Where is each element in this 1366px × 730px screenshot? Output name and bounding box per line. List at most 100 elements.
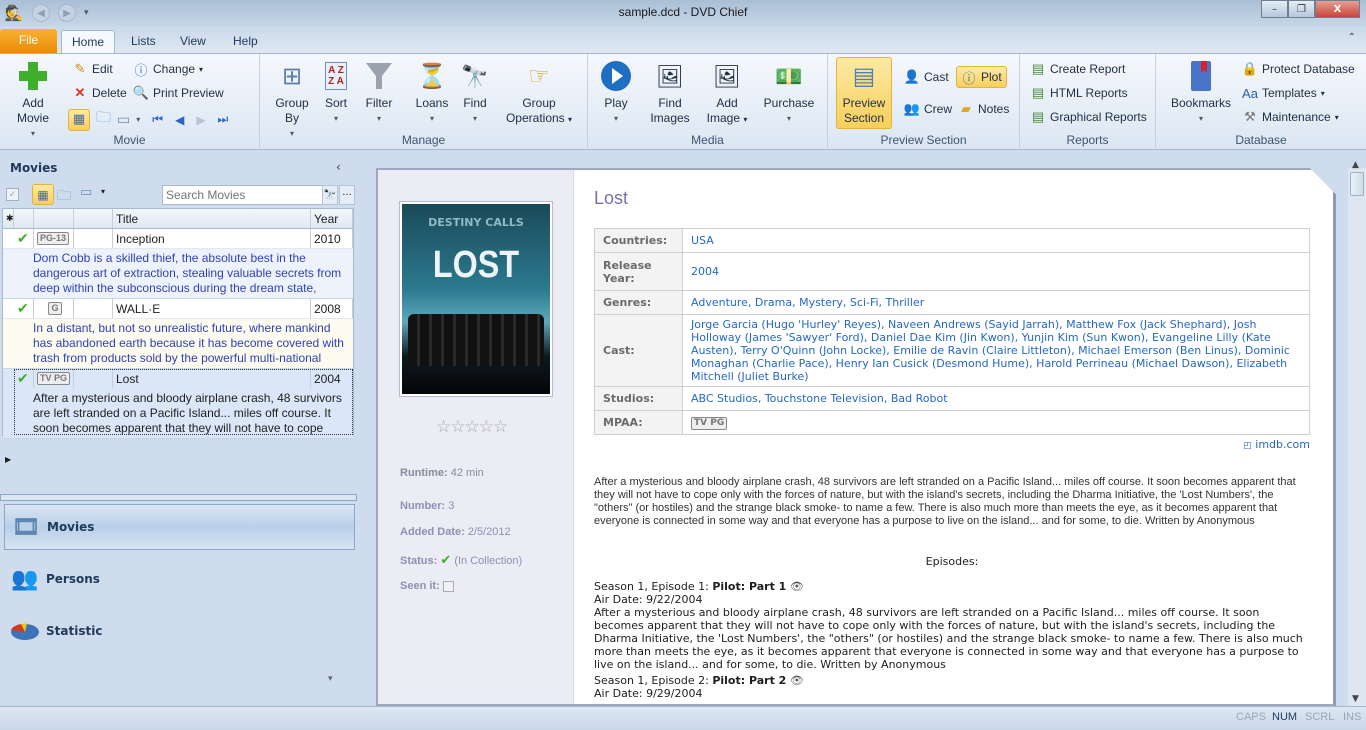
restore-button[interactable]: ❐ (1288, 0, 1315, 18)
add-movie-button[interactable]: Add Movie ▾ (8, 58, 58, 141)
card-view-icon[interactable]: ▭ (80, 185, 92, 200)
seen-it-checkbox[interactable] (442, 580, 454, 592)
info-value-link[interactable]: USA (682, 228, 1310, 253)
scroll-down-icon[interactable]: ▼ (1352, 694, 1359, 704)
next-record-icon[interactable]: ▶ (196, 113, 205, 127)
find-button[interactable]: 🔭 Find ▾ (458, 58, 492, 126)
card-view-icon[interactable]: ▭ (117, 112, 130, 128)
filter-button[interactable]: Filter ▾ (360, 58, 398, 126)
grid-view-icon[interactable]: ▦ (32, 184, 54, 205)
delete-button[interactable]: ✕ Delete (72, 82, 127, 104)
info-row: MPAA: TV PG (594, 410, 1310, 435)
tab-file[interactable]: File (0, 29, 57, 53)
tab-lists[interactable]: Lists (121, 30, 166, 53)
column-extra[interactable] (74, 209, 113, 228)
search-options-icon[interactable]: ··· (339, 185, 355, 205)
star-icon[interactable]: ☆ (465, 417, 480, 437)
add-image-button[interactable]: 🖼 Add Image ▾ (702, 58, 752, 127)
find-images-button[interactable]: 🖼 Find Images (648, 58, 692, 126)
scrollbar-thumb[interactable] (1350, 172, 1364, 196)
templates-button[interactable]: Aa Templates ▾ (1242, 82, 1325, 104)
protect-database-button[interactable]: 🔒 Protect Database (1242, 58, 1355, 80)
column-rating[interactable] (34, 209, 74, 228)
star-icon[interactable]: ☆ (493, 417, 508, 437)
table-row[interactable]: ✔ PG-13 Inception 2010 (3, 229, 353, 249)
info-value-link[interactable]: Jorge Garcia (Hugo 'Hurley' Reyes), Nave… (682, 314, 1310, 387)
star-icon[interactable]: ☆ (436, 417, 451, 437)
templates-icon: Aa (1242, 85, 1258, 101)
bookmarks-button[interactable]: Bookmarks ▾ (1170, 58, 1232, 126)
movie-poster[interactable]: DESTINY CALLS LOST (400, 202, 552, 396)
column-status[interactable] (14, 209, 34, 228)
info-value-link[interactable]: 2004 (682, 252, 1310, 291)
nav-options-icon[interactable]: ▾ (328, 674, 333, 684)
notes-button[interactable]: ▰ Notes (958, 98, 1009, 120)
crew-button[interactable]: 👥 Crew (904, 98, 952, 120)
column-title[interactable]: Title (113, 209, 311, 228)
nav-movies[interactable]: 🎞 Movies (4, 504, 355, 550)
star-icon[interactable]: ☆ (479, 417, 494, 437)
minimize-button[interactable]: – (1261, 0, 1288, 18)
maintenance-button[interactable]: ⚒ Maintenance ▾ (1242, 106, 1339, 128)
group-by-button[interactable]: ⊞ Group By ▾ (272, 58, 312, 141)
star-icon[interactable]: ☆ (450, 417, 465, 437)
search-movies-input[interactable] (162, 185, 324, 205)
lock-icon: 🔒 (1241, 61, 1259, 76)
previous-record-icon[interactable]: ◀ (175, 113, 184, 127)
print-preview-button[interactable]: 🔍 Print Preview (133, 82, 224, 104)
view-dropdown-icon[interactable]: ▾ (101, 187, 105, 196)
pie-chart-icon (10, 616, 40, 646)
group-operations-button[interactable]: ☞ Group Operations ▾ (504, 58, 574, 127)
html-report-icon: ▤ (1031, 85, 1045, 100)
html-reports-button[interactable]: ▤ HTML Reports (1030, 82, 1128, 104)
info-value-link[interactable]: Adventure, Drama, Mystery, Sci-Fi, Thril… (682, 290, 1310, 315)
create-report-button[interactable]: ▤ Create Report (1030, 58, 1126, 80)
edit-button[interactable]: ✎ Edit (72, 58, 113, 80)
last-record-icon[interactable]: ⏭ (218, 112, 229, 127)
group-media: Play ▾ 🖼 Find Images 🖼 Add Image ▾ 💵 Purchas… (588, 54, 828, 150)
plot-button[interactable]: ⓘ Plot (956, 66, 1007, 88)
first-record-icon[interactable]: ⏮ (152, 112, 163, 127)
change-button[interactable]: ⓘ Change ▾ (133, 58, 203, 80)
delete-x-icon: ✕ (74, 85, 86, 100)
grid-header: ✱ Title Year (3, 209, 353, 229)
preview-section-button[interactable]: ▤ Preview Section (836, 57, 892, 129)
column-year[interactable]: Year (311, 209, 353, 228)
table-row-selected[interactable]: ✔ TV PG Lost 2004 (3, 369, 353, 389)
tab-view[interactable]: View (170, 30, 216, 53)
folder-view-icon[interactable]: 🗀 (96, 107, 111, 132)
imdb-link[interactable]: ◰ imdb.com (1243, 438, 1310, 451)
vertical-scrollbar[interactable]: ▲ ▼ (1348, 160, 1366, 706)
view-dropdown-icon[interactable]: ▾ (136, 115, 140, 124)
current-row-indicator-icon: ▶ (5, 455, 12, 464)
tab-home[interactable]: Home (61, 30, 116, 53)
table-row[interactable]: ✔ G WALL·E 2008 (3, 299, 353, 319)
close-button[interactable]: X (1315, 0, 1360, 18)
folder-view-icon[interactable]: 🗀 (57, 185, 71, 209)
nav-statistic[interactable]: Statistic (4, 608, 355, 654)
scroll-up-icon[interactable]: ▲ (1352, 160, 1359, 170)
collapse-panel-icon[interactable]: ‹ (336, 160, 341, 174)
collapse-ribbon-icon[interactable]: ⌃ (1348, 32, 1356, 43)
grid-view-icon[interactable]: ▦ (68, 108, 90, 131)
info-value-link[interactable]: ABC Studios, Touchstone Television, Bad … (682, 386, 1310, 411)
cast-button[interactable]: 👤 Cast (904, 66, 949, 88)
window-title: sample.dcd - DVD Chief (618, 5, 748, 19)
episode-item: Season 1, Episode 1: Pilot: Part 1 👁 Air… (594, 580, 1310, 671)
info-row: Genres: Adventure, Drama, Mystery, Sci-Fi… (594, 290, 1310, 315)
nav-persons[interactable]: 👥 Persons (4, 556, 355, 602)
loans-button[interactable]: ⏳ Loans ▾ (410, 58, 454, 126)
movie-description: After a mysterious and bloody airplane c… (3, 389, 353, 439)
select-all-checkbox[interactable]: ✓ (6, 188, 19, 201)
rating-stars[interactable]: ☆☆☆☆☆ (436, 417, 508, 437)
rating-badge: G (48, 302, 62, 315)
tab-help[interactable]: Help (223, 30, 268, 53)
graphical-reports-button[interactable]: ▤ Graphical Reports (1030, 106, 1147, 128)
play-icon (601, 61, 631, 91)
sort-button[interactable]: A ZZ A Sort ▾ (318, 58, 354, 126)
purchase-button[interactable]: 💵 Purchase ▾ (760, 58, 818, 126)
search-binoculars-icon[interactable]: 🔭 (322, 185, 338, 205)
seen-eye-icon[interactable]: 👁 (790, 674, 804, 687)
play-button[interactable]: Play ▾ (596, 58, 636, 126)
seen-eye-icon[interactable]: 👁 (790, 580, 804, 593)
